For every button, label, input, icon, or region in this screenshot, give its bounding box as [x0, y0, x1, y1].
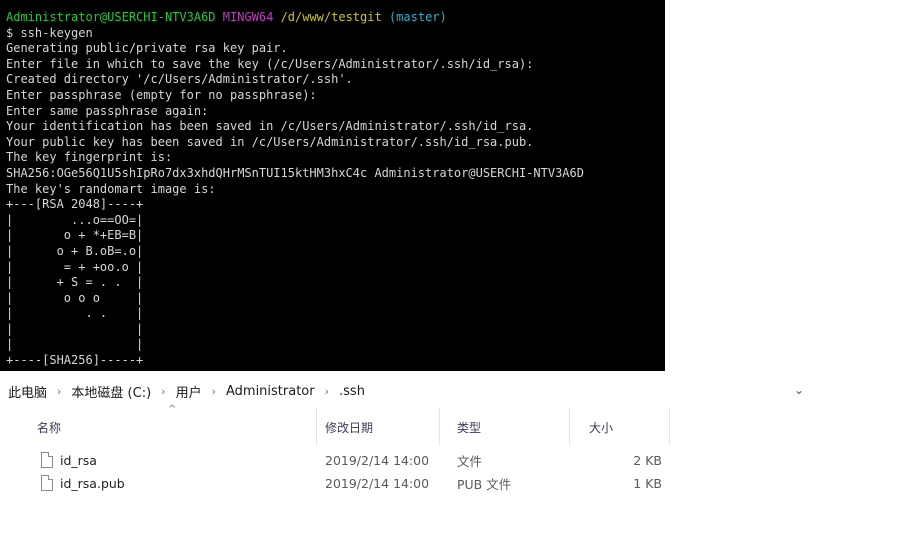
terminal-command-line: $ ssh-keygen [6, 25, 93, 40]
column-header-name[interactable]: 名称 [20, 408, 317, 446]
terminal-output-line: Your identification has been saved in /c… [6, 119, 534, 134]
file-modified: 2019/2/14 14:00 [325, 452, 430, 468]
file-row[interactable]: id_rsa 2019/2/14 14:00 文件 2 KB [20, 449, 670, 471]
randomart-line: +---[RSA 2048]----+ [6, 197, 144, 212]
column-header-modified[interactable]: 修改日期 [308, 408, 440, 446]
randomart-line: | ...o==OO=| [6, 212, 144, 227]
column-header-size[interactable]: 大小 [572, 408, 670, 446]
breadcrumb-local-disk[interactable]: 本地磁盘 (C:) [69, 382, 153, 401]
terminal-output-line: Enter file in which to save the key (/c/… [6, 56, 534, 71]
chevron-right-icon[interactable]: › [153, 385, 173, 398]
chevron-right-icon[interactable]: › [317, 385, 337, 398]
file-name: id_rsa [60, 452, 97, 468]
file-name-cell: id_rsa [41, 449, 97, 471]
randomart-line: | | [6, 321, 144, 336]
randomart-line: | o o o | [6, 290, 144, 305]
breadcrumb-this-pc[interactable]: 此电脑 [6, 382, 49, 401]
file-name: id_rsa.pub [60, 475, 125, 491]
prompt-shell: MINGW64 [222, 10, 274, 24]
randomart-line: | o + B.oB=.o| [6, 243, 144, 258]
chevron-right-icon[interactable]: › [204, 385, 224, 398]
terminal-output-line: Generating public/private rsa key pair. [6, 41, 288, 56]
randomart-line: | | [6, 337, 144, 352]
chevron-right-icon[interactable]: › [49, 385, 69, 398]
file-name-cell: id_rsa.pub [41, 472, 125, 494]
terminal-window[interactable]: Administrator@USERCHI-NTV3A6D MINGW64 /d… [0, 0, 665, 371]
prompt-path: /d/www/testgit [280, 10, 382, 24]
file-size: 1 KB [633, 475, 662, 491]
terminal-output-line: The key's randomart image is: [6, 181, 216, 196]
terminal-output-line: SHA256:OGe56Q1U5shIpRo7dx3xhdQHrMSnTUI15… [6, 165, 584, 180]
file-icon [41, 475, 53, 491]
prompt-user-host: Administrator@USERCHI-NTV3A6D [6, 10, 216, 24]
terminal-output-line: The key fingerprint is: [6, 150, 173, 165]
breadcrumb-ssh[interactable]: .ssh [337, 384, 367, 399]
terminal-output-line: Enter same passphrase again: [6, 103, 209, 118]
prompt-branch: (master) [388, 10, 447, 24]
terminal-output-line: Created directory '/c/Users/Administrato… [6, 72, 353, 87]
file-icon [41, 452, 53, 468]
randomart-line: | . . | [6, 306, 144, 321]
randomart-line: +----[SHA256]-----+ [6, 353, 144, 368]
file-size: 2 KB [633, 452, 662, 468]
column-header-type[interactable]: 类型 [440, 408, 570, 446]
address-bar[interactable]: 此电脑 › 本地磁盘 (C:) › 用户 › Administrator › .… [0, 378, 810, 404]
terminal-output-line: Enter passphrase (empty for no passphras… [6, 87, 317, 102]
file-row[interactable]: id_rsa.pub 2019/2/14 14:00 PUB 文件 1 KB [20, 472, 670, 494]
randomart-line: | + S = . . | [6, 275, 144, 290]
terminal-prompt-line: Administrator@USERCHI-NTV3A6D MINGW64 /d… [6, 10, 665, 26]
file-list-header: ^ 名称 修改日期 类型 大小 [20, 404, 670, 446]
file-type: 文件 [457, 453, 483, 469]
chevron-down-icon[interactable]: ⌄ [794, 383, 804, 397]
file-modified: 2019/2/14 14:00 [325, 475, 430, 491]
randomart-line: | o + *+EB=B| [6, 228, 144, 243]
breadcrumb-users[interactable]: 用户 [174, 382, 204, 401]
file-type: PUB 文件 [457, 476, 512, 492]
randomart-line: | = + +oo.o | [6, 259, 144, 274]
breadcrumb-administrator[interactable]: Administrator [224, 384, 317, 399]
terminal-output-line: Your public key has been saved in /c/Use… [6, 134, 534, 149]
